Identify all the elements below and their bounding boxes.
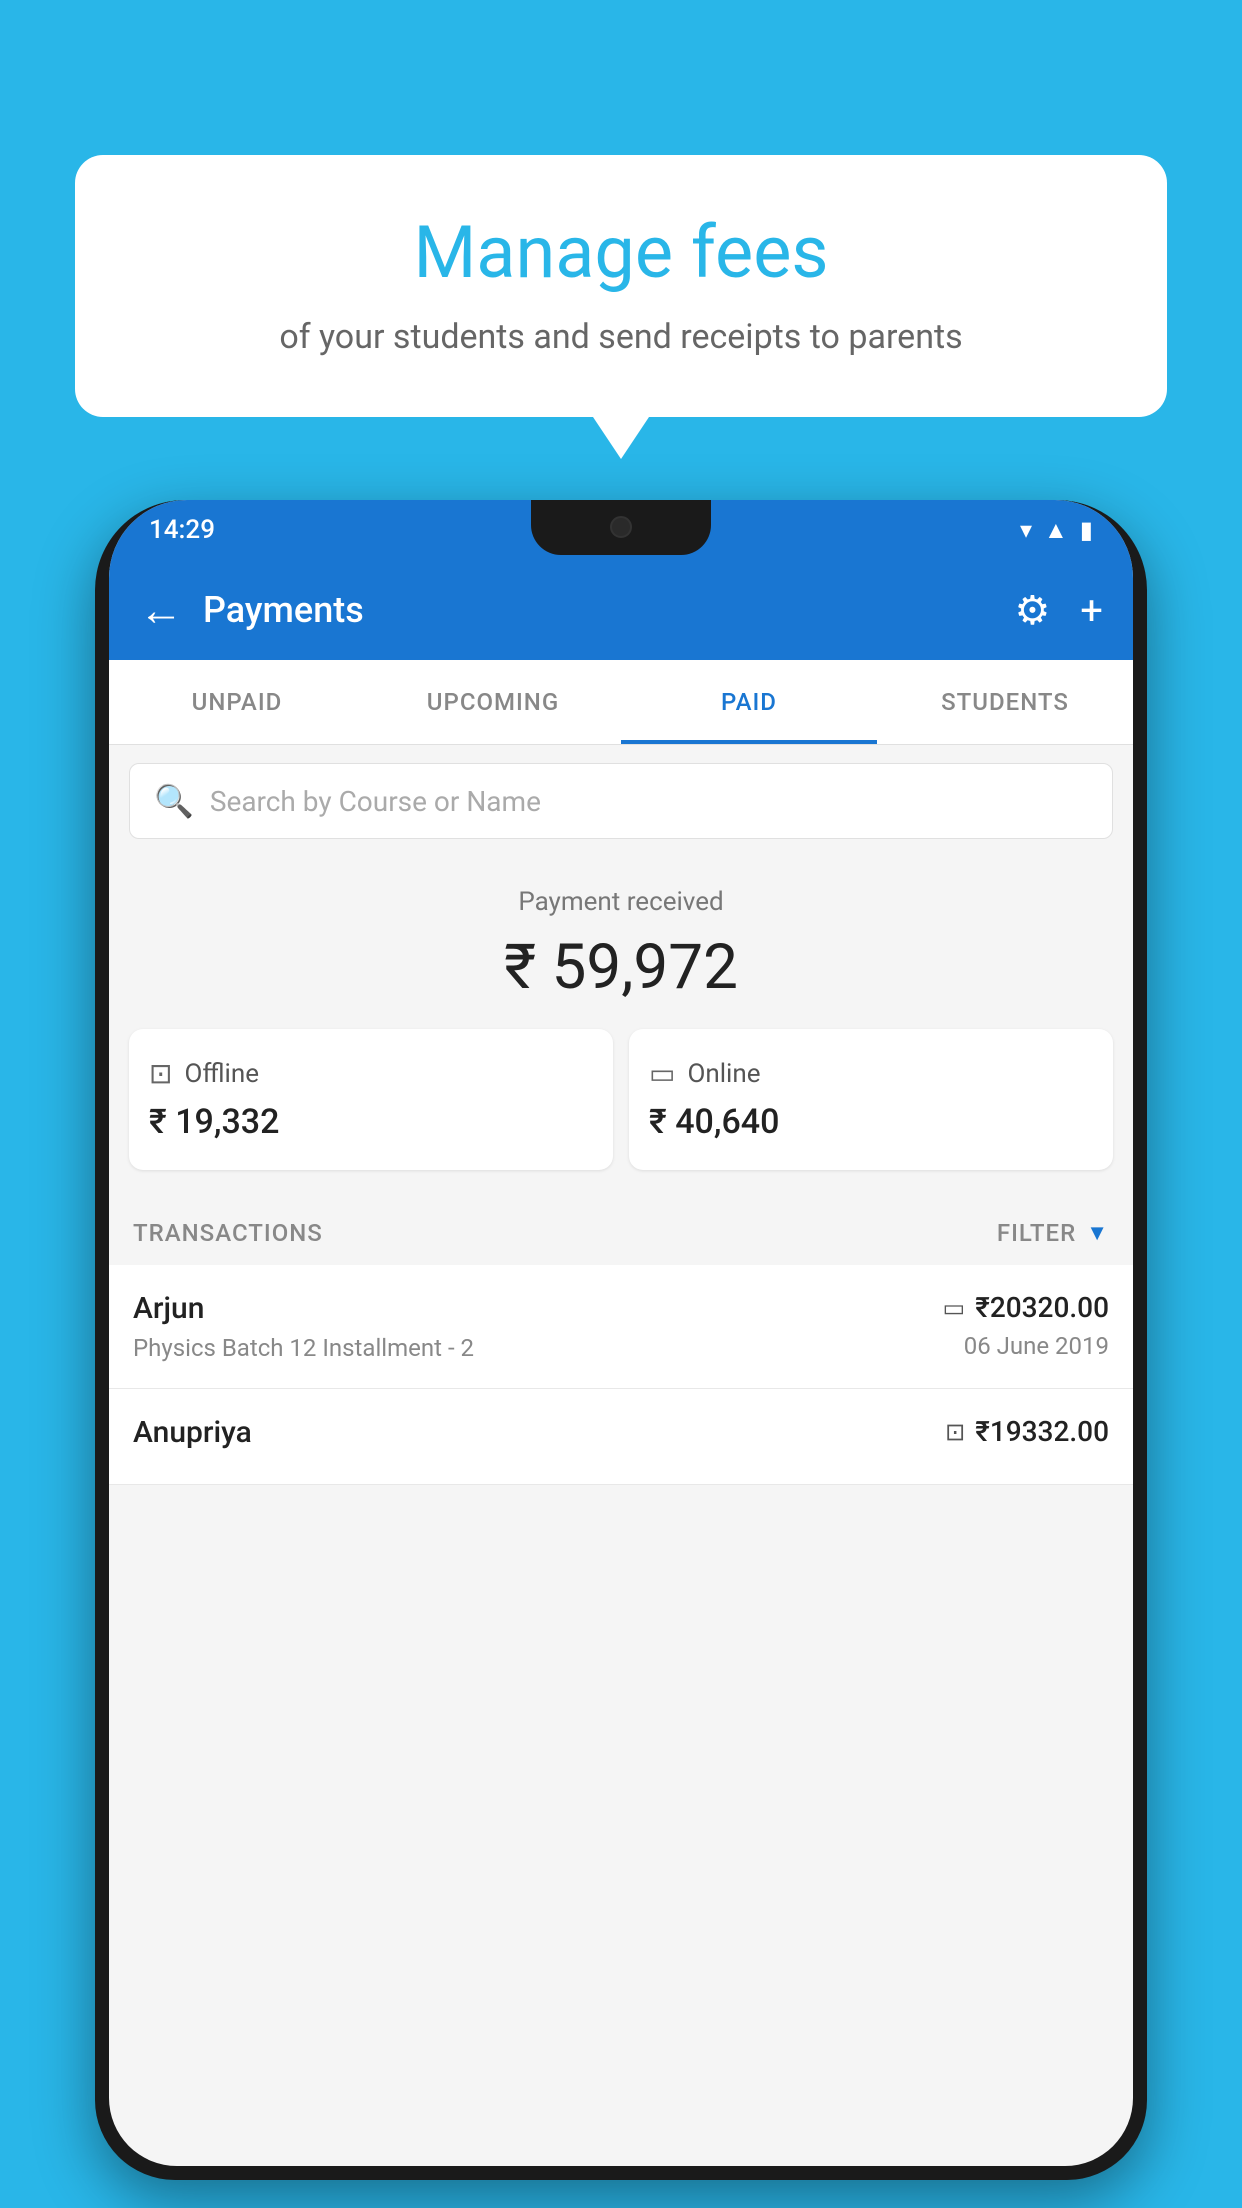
offline-amount: ₹ 19,332	[149, 1102, 593, 1142]
tabs-bar: UNPAID UPCOMING PAID STUDENTS	[109, 660, 1133, 745]
filter-icon: ▼	[1086, 1220, 1109, 1246]
battery-icon: ▮	[1080, 516, 1093, 544]
transactions-header: TRANSACTIONS FILTER ▼	[109, 1195, 1133, 1265]
bubble-title: Manage fees	[135, 210, 1107, 295]
search-container: 🔍 Search by Course or Name	[109, 745, 1133, 857]
online-icon: ▭	[649, 1057, 675, 1090]
tab-paid[interactable]: PAID	[621, 660, 877, 744]
transaction-right: ▭ ₹20320.00 06 June 2019	[943, 1291, 1109, 1360]
transactions-list: Arjun Physics Batch 12 Installment - 2 ▭…	[109, 1265, 1133, 1485]
status-time: 14:29	[149, 515, 215, 545]
status-icons: ▾ ▲ ▮	[1020, 516, 1093, 545]
offline-card: ⊡ Offline ₹ 19,332	[129, 1029, 613, 1170]
table-row[interactable]: Anupriya ⊡ ₹19332.00	[109, 1389, 1133, 1485]
signal-icon: ▲	[1044, 516, 1068, 545]
back-button[interactable]: ←	[139, 584, 183, 636]
offline-payment-icon: ⊡	[945, 1418, 965, 1446]
notch	[531, 500, 711, 555]
offline-label: Offline	[184, 1059, 259, 1089]
payment-cards: ⊡ Offline ₹ 19,332 ▭ Online ₹ 40,640	[129, 1029, 1113, 1170]
filter-button[interactable]: FILTER ▼	[997, 1219, 1109, 1247]
payment-received-label: Payment received	[129, 887, 1113, 917]
app-bar-title: Payments	[203, 589, 1014, 631]
transaction-name: Arjun	[133, 1291, 943, 1326]
search-icon: 🔍	[154, 782, 194, 820]
tab-students[interactable]: STUDENTS	[877, 660, 1133, 744]
payment-summary: Payment received ₹ 59,972 ⊡ Offline ₹ 19…	[109, 857, 1133, 1195]
filter-label: FILTER	[997, 1219, 1076, 1247]
wifi-icon: ▾	[1020, 516, 1032, 544]
transaction-left: Arjun Physics Batch 12 Installment - 2	[133, 1291, 943, 1362]
offline-icon: ⊡	[149, 1057, 172, 1090]
online-payment-icon: ▭	[943, 1294, 966, 1322]
transaction-amount: ₹19332.00	[975, 1415, 1109, 1448]
online-amount: ₹ 40,640	[649, 1102, 1093, 1142]
settings-icon[interactable]: ⚙	[1014, 587, 1050, 634]
transaction-amount-row: ⊡ ₹19332.00	[945, 1415, 1109, 1448]
online-label: Online	[687, 1059, 760, 1089]
transaction-right: ⊡ ₹19332.00	[945, 1415, 1109, 1456]
tab-unpaid[interactable]: UNPAID	[109, 660, 365, 744]
tab-upcoming[interactable]: UPCOMING	[365, 660, 621, 744]
transaction-date: 06 June 2019	[943, 1332, 1109, 1360]
transaction-amount-row: ▭ ₹20320.00	[943, 1291, 1109, 1324]
transaction-amount: ₹20320.00	[975, 1291, 1109, 1324]
transaction-desc: Physics Batch 12 Installment - 2	[133, 1334, 943, 1362]
transaction-left: Anupriya	[133, 1415, 945, 1458]
phone-screen: 14:29 ▾ ▲ ▮ ← Payments ⚙ +	[109, 500, 1133, 2166]
speech-bubble-container: Manage fees of your students and send re…	[75, 155, 1167, 417]
add-icon[interactable]: +	[1080, 587, 1103, 634]
phone-frame: 14:29 ▾ ▲ ▮ ← Payments ⚙ +	[95, 500, 1147, 2180]
app-bar: ← Payments ⚙ +	[109, 560, 1133, 660]
camera	[610, 516, 632, 538]
payment-total-amount: ₹ 59,972	[129, 931, 1113, 1004]
bubble-subtitle: of your students and send receipts to pa…	[135, 317, 1107, 357]
transaction-name: Anupriya	[133, 1415, 945, 1450]
transactions-label: TRANSACTIONS	[133, 1219, 323, 1247]
online-card: ▭ Online ₹ 40,640	[629, 1029, 1113, 1170]
table-row[interactable]: Arjun Physics Batch 12 Installment - 2 ▭…	[109, 1265, 1133, 1389]
search-bar[interactable]: 🔍 Search by Course or Name	[129, 763, 1113, 839]
online-card-header: ▭ Online	[649, 1057, 1093, 1090]
search-placeholder: Search by Course or Name	[210, 785, 541, 818]
speech-bubble: Manage fees of your students and send re…	[75, 155, 1167, 417]
phone-container: 14:29 ▾ ▲ ▮ ← Payments ⚙ +	[95, 500, 1147, 2208]
status-bar: 14:29 ▾ ▲ ▮	[109, 500, 1133, 560]
app-bar-actions: ⚙ +	[1014, 587, 1103, 634]
offline-card-header: ⊡ Offline	[149, 1057, 593, 1090]
